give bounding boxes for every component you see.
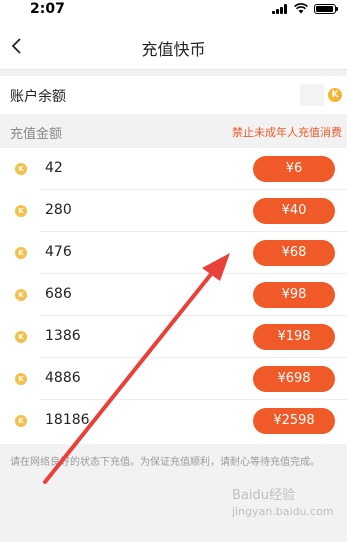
price-button[interactable]: ¥6 [253,156,335,182]
page-title: 充值快币 [141,40,206,59]
recharge-option-row[interactable]: K 476 ¥68 [0,232,347,274]
recharge-option-row[interactable]: K 18186 ¥2598 [0,400,347,442]
coin-amount: 42 [45,160,63,176]
coin-amount: 18186 [45,412,90,428]
recharge-options-list: K 42 ¥6 K 280 ¥40 K 476 ¥68 K 686 ¥98 K 1386 ¥198 K 4886… [0,148,347,444]
price-button[interactable]: ¥68 [253,240,335,266]
coin-amount: 1386 [45,328,81,344]
recharge-page: 2:07 充值快币 账户余额 K 充值金额 禁止未成年人充值消费 K 42 ¥6 K 2… [0,0,347,542]
cellular-signal-icon [272,4,288,14]
footer-note: 请在网络良好的状态下充值。为保证充值顺利，请耐心等待充值完成。 [10,457,320,468]
wifi-icon [294,3,308,14]
coin-icon: K [15,415,27,427]
status-time: 2:07 [30,1,65,17]
coin-icon: K [15,205,27,217]
battery-icon [314,4,338,14]
recharge-option-row[interactable]: K 4886 ¥698 [0,358,347,400]
price-button[interactable]: ¥98 [253,282,335,308]
coin-icon: K [328,88,342,102]
recharge-option-row[interactable]: K 42 ¥6 [0,148,347,190]
recharge-option-row[interactable]: K 280 ¥40 [0,190,347,232]
coin-icon: K [15,163,27,175]
coin-amount: 476 [45,244,72,260]
coin-amount: 686 [45,286,72,302]
price-button[interactable]: ¥2598 [253,408,335,434]
recharge-option-row[interactable]: K 686 ¥98 [0,274,347,316]
coin-icon: K [15,373,27,385]
account-balance-row: 账户余额 K [0,76,347,114]
minor-restriction-notice: 禁止未成年人充值消费 [232,126,342,139]
nav-bar: 充值快币 [0,20,347,70]
recharge-option-row[interactable]: K 1386 ¥198 [0,316,347,358]
status-bar: 2:07 [0,0,347,20]
watermark-url: jingyan.baidu.com [232,505,334,518]
balance-label: 账户余额 [10,89,66,105]
coin-amount: 280 [45,202,72,218]
watermark-text: Baidu经验 [232,488,295,503]
coin-amount: 4886 [45,370,81,386]
price-button[interactable]: ¥40 [253,198,335,224]
watermark: Baidu经验 jingyan.baidu.com [232,488,342,528]
price-button[interactable]: ¥698 [253,366,335,392]
price-button[interactable]: ¥198 [253,324,335,350]
amount-section-header: 充值金额 禁止未成年人充值消费 [0,118,347,146]
coin-icon: K [15,247,27,259]
balance-value [300,84,324,106]
amount-section-title: 充值金额 [10,127,63,142]
coin-icon: K [15,289,27,301]
coin-icon: K [15,331,27,343]
